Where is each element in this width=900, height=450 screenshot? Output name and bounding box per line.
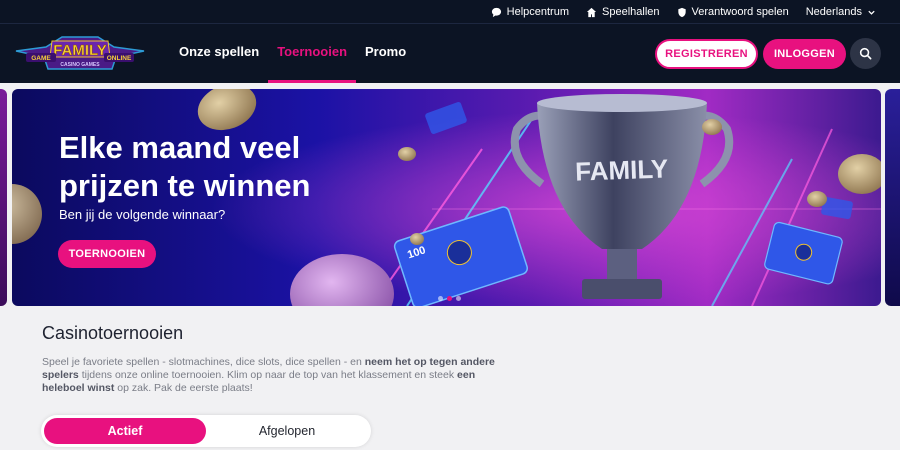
tab-past[interactable]: Afgelopen: [206, 418, 368, 444]
description-part: Speel je favoriete spellen - slotmachine…: [42, 356, 365, 368]
arcades-label: Speelhallen: [602, 6, 660, 18]
trophy-family-text: FAMILY: [575, 153, 669, 186]
nav-promo[interactable]: Promo: [356, 24, 415, 83]
language-selector[interactable]: Nederlands: [806, 6, 876, 18]
hero-carousel: 100 FAMILY Elke maand veel prijzen te wi…: [0, 83, 900, 315]
hero-banner: 100 FAMILY Elke maand veel prijzen te wi…: [12, 89, 881, 306]
top-bar-links: Helpcentrum Speelhallen Verantwoord spel…: [491, 0, 876, 24]
top-bar: Helpcentrum Speelhallen Verantwoord spel…: [0, 0, 900, 24]
carousel-dot[interactable]: [456, 296, 461, 301]
tournament-tabs: Actief Afgelopen: [41, 415, 371, 447]
description-part: op zak. Pak de eerste plaats!: [114, 382, 253, 394]
family-logo[interactable]: FAMILY GAME ONLINE CASINO GAMES: [12, 33, 148, 77]
logo-family-text: FAMILY: [53, 42, 107, 59]
section-description: Speel je favoriete spellen - slotmachine…: [42, 356, 517, 395]
description-part: tijdens onze online toernooien. Klim op …: [78, 369, 458, 381]
logo-online-text: ONLINE: [107, 55, 132, 62]
register-button[interactable]: REGISTREREN: [655, 39, 758, 69]
carousel-dots: [438, 296, 461, 301]
logo-casino-text: CASINO GAMES: [60, 62, 100, 68]
section-title: Casinotoernooien: [42, 323, 184, 343]
arcades-link[interactable]: Speelhallen: [586, 6, 660, 18]
login-button[interactable]: INLOGGEN: [763, 39, 846, 69]
carousel-dot[interactable]: [438, 296, 443, 301]
home-icon: [586, 7, 597, 17]
previous-slide-peek[interactable]: [0, 89, 7, 306]
carousel-dot-active[interactable]: [447, 296, 452, 301]
chevron-down-icon: [868, 10, 875, 15]
search-button[interactable]: [850, 38, 881, 69]
help-center-label: Helpcentrum: [506, 6, 569, 18]
shield-icon: [677, 7, 686, 17]
help-center-link[interactable]: Helpcentrum: [491, 6, 569, 18]
chat-icon: [491, 7, 501, 17]
next-slide-peek[interactable]: [885, 89, 900, 306]
nav-tournaments[interactable]: Toernooien: [268, 24, 356, 83]
language-label: Nederlands: [805, 6, 862, 18]
main-navbar: FAMILY GAME ONLINE CASINO GAMES Onze spe…: [0, 24, 900, 83]
banner-title: Elke maand veel prijzen te winnen: [59, 130, 311, 203]
nav-our-games[interactable]: Onze spellen: [170, 24, 268, 83]
primary-nav: Onze spellen Toernooien Promo: [170, 24, 415, 83]
search-icon: [859, 47, 872, 60]
tab-active[interactable]: Actief: [44, 418, 206, 444]
logo-game-text: GAME: [31, 55, 51, 62]
banner-subtitle: Ben jij de volgende winnaar?: [59, 207, 226, 222]
tournaments-button[interactable]: TOERNOOIEN: [58, 240, 156, 268]
responsible-gaming-link[interactable]: Verantwoord spelen: [677, 6, 789, 18]
responsible-gaming-label: Verantwoord spelen: [691, 6, 789, 18]
